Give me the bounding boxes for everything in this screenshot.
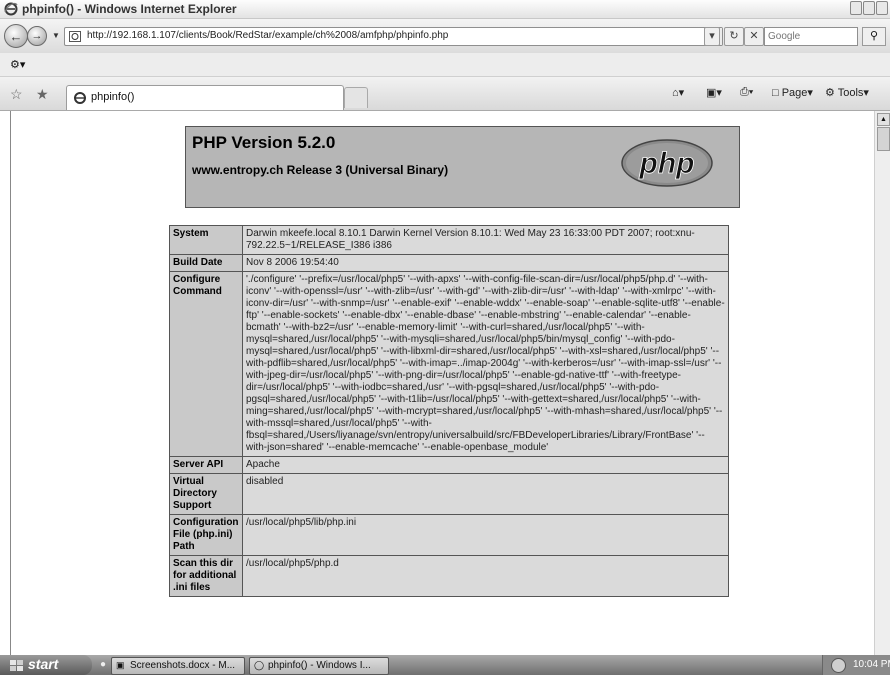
stop-button[interactable]: ✕ <box>744 27 764 46</box>
search-input[interactable] <box>765 28 859 45</box>
info-value: './configure' '--prefix=/usr/local/php5'… <box>242 271 729 457</box>
vertical-scrollbar[interactable]: ▲ <box>874 111 890 655</box>
maximize-button[interactable] <box>863 1 875 15</box>
print-icon[interactable]: ⎙▾ <box>740 86 753 99</box>
table-row: Build Date Nov 8 2006 19:54:40 <box>169 254 729 272</box>
info-key: System <box>169 225 243 255</box>
tools-menu-button[interactable]: ⚙ Tools▾ <box>825 86 869 99</box>
start-label: start <box>28 656 59 672</box>
address-dropdown-button[interactable]: ▾ <box>704 27 720 46</box>
php-logo-text: php <box>639 147 695 180</box>
search-field[interactable] <box>764 27 859 46</box>
quick-launch-icon[interactable]: ● <box>100 659 106 670</box>
table-row: System Darwin mkeefe.local 8.10.1 Darwin … <box>169 225 729 255</box>
table-row: Configuration File (php.ini) Path/usr/lo… <box>169 514 729 556</box>
info-value: Darwin mkeefe.local 8.10.1 Darwin Kernel… <box>242 225 729 255</box>
forward-arrow-icon: → <box>31 30 43 42</box>
task-ie-label: phpinfo() - Windows I... <box>268 660 371 671</box>
back-arrow-icon: ← <box>9 28 23 44</box>
system-tray: 10:04 PM <box>822 655 890 675</box>
new-tab-button[interactable] <box>344 87 368 108</box>
refresh-button[interactable]: ↻ <box>724 27 744 46</box>
search-icon: ⚲ <box>869 30 879 42</box>
php-info-table: System Darwin mkeefe.local 8.10.1 Darwin … <box>169 225 729 597</box>
info-value: disabled <box>242 473 729 515</box>
home-icon[interactable]: ⌂▾ <box>672 86 684 99</box>
page-menu-label: Page <box>781 87 808 99</box>
info-value: /usr/local/php5/php.d <box>242 555 729 597</box>
task-word-label: Screenshots.docx - M... <box>130 660 236 671</box>
table-row: Virtual Directory Support disabled <box>169 473 729 515</box>
table-row: Server API Apache <box>169 456 729 474</box>
address-input[interactable]: http://192.168.1.107/clients/Book/RedSta… <box>64 27 723 46</box>
tab-phpinfo[interactable]: phpinfo() <box>66 85 344 110</box>
links-icon[interactable]: ⚙▾ <box>10 58 25 71</box>
info-key: Server API <box>169 456 243 474</box>
task-ie[interactable]: ◯ phpinfo() - Windows I... <box>249 657 389 675</box>
taskbar: start ● ▣ Screenshots.docx - M... ◯ phpi… <box>0 655 890 675</box>
page-viewport: PHP Version 5.2.0 www.entropy.ch Release… <box>10 111 875 655</box>
favorites-star-icon[interactable]: ☆ <box>10 86 23 103</box>
window-title: phpinfo() - Windows Internet Explorer <box>22 2 237 16</box>
php-version: PHP Version 5.2.0 <box>192 133 336 152</box>
table-row: Scan this dir for additional .ini files /… <box>169 555 729 597</box>
ie-logo-icon <box>4 2 18 19</box>
info-key: Virtual Directory Support <box>169 473 243 515</box>
page-menu-button[interactable]: □ Page▾ <box>772 86 813 99</box>
scroll-thumb[interactable] <box>877 127 890 151</box>
info-key: Build Date <box>169 254 243 272</box>
word-icon: ▣ <box>116 660 125 670</box>
links-toolbar: ⚙▾ <box>0 53 890 77</box>
stop-icon: ✕ <box>749 30 759 42</box>
info-value: Apache <box>242 456 729 474</box>
forward-button[interactable]: → <box>27 26 47 46</box>
php-version-header: PHP Version 5.2.0 www.entropy.ch Release… <box>185 126 740 208</box>
clock: 10:04 PM <box>853 659 890 670</box>
info-key: Configure Command <box>169 271 243 457</box>
tray-icon[interactable] <box>831 658 846 673</box>
ie-task-icon: ◯ <box>254 660 265 670</box>
tab-page-icon <box>73 91 87 108</box>
minimize-button[interactable] <box>850 1 862 15</box>
tab-toolbar: ☆ ★ phpinfo() ⌂▾ ▣▾ ⎙▾ □ Page▾ ⚙ Tools▾ <box>0 77 890 111</box>
tab-label: phpinfo() <box>91 91 135 103</box>
info-key: Scan this dir for additional .ini files <box>169 555 243 597</box>
scroll-up-icon[interactable]: ▲ <box>877 113 890 126</box>
start-button[interactable]: start <box>0 655 92 675</box>
info-value: /usr/local/php5/lib/php.ini <box>242 514 729 556</box>
window-controls <box>850 1 888 15</box>
info-value: Nov 8 2006 19:54:40 <box>242 254 729 272</box>
close-button[interactable] <box>876 1 888 15</box>
back-button[interactable]: ← <box>4 24 28 48</box>
add-favorites-icon[interactable]: ★ <box>36 86 49 103</box>
task-word[interactable]: ▣ Screenshots.docx - M... <box>111 657 245 675</box>
address-url[interactable]: http://192.168.1.107/clients/Book/RedSta… <box>87 30 448 41</box>
feeds-icon[interactable]: ▣▾ <box>706 86 722 99</box>
page-icon <box>69 31 81 45</box>
history-dropdown-icon[interactable]: ▼ <box>52 31 60 40</box>
info-key: Configuration File (php.ini) Path <box>169 514 243 556</box>
address-toolbar: ← → ▼ http://192.168.1.107/clients/Book/… <box>0 19 890 53</box>
window-title-bar: phpinfo() - Windows Internet Explorer <box>0 0 890 19</box>
search-button[interactable]: ⚲ <box>862 27 886 46</box>
php-release: www.entropy.ch Release 3 (Universal Bina… <box>192 163 449 177</box>
table-row: Configure Command './configure' '--prefix… <box>169 271 729 457</box>
windows-flag-icon <box>10 659 24 675</box>
tools-menu-label: Tools <box>837 87 864 99</box>
refresh-icon: ↻ <box>729 30 739 42</box>
php-logo: php <box>621 139 713 187</box>
